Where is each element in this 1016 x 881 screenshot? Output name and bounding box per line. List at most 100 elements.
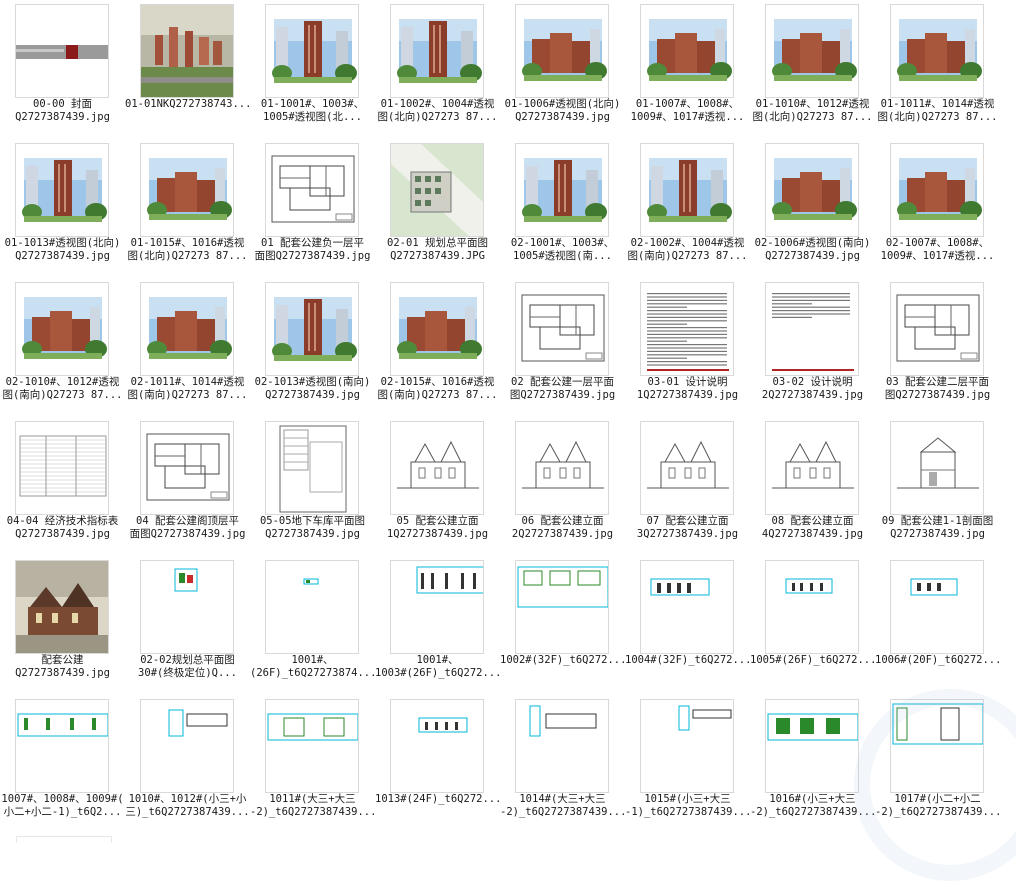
thumbnail-image[interactable] [390, 282, 484, 376]
file-thumbnail-item[interactable]: 01-1013#透视图(北向) Q2727387439.jpg [0, 139, 125, 278]
file-name-label[interactable]: 1001#、 (26F)_t6Q27273874... [250, 654, 375, 680]
file-name-label[interactable]: 配套公建 Q2727387439.jpg [0, 654, 125, 680]
thumbnail-image[interactable] [640, 282, 734, 376]
thumbnail-image[interactable] [515, 421, 609, 515]
file-thumbnail-item[interactable]: 04-04 经济技术指标表 Q2727387439.jpg [0, 417, 125, 556]
file-thumbnail-item[interactable]: 1004#(32F)_t6Q272... [625, 556, 750, 695]
file-name-label[interactable]: 01-1015#、1016#透视 图(北向)Q27273 87... [125, 237, 250, 263]
file-name-label[interactable]: 1014#(大三+大三 -2)_t6Q2727387439... [500, 793, 625, 819]
thumbnail-image[interactable] [890, 143, 984, 237]
thumbnail-image[interactable] [390, 699, 484, 793]
thumbnail-image[interactable] [390, 143, 484, 237]
file-name-label[interactable]: 02-1002#、1004#透视 图(南向)Q27273 87... [625, 237, 750, 263]
thumbnail-image[interactable] [890, 282, 984, 376]
thumbnail-image[interactable] [640, 560, 734, 654]
thumbnail-image[interactable] [15, 560, 109, 654]
thumbnail-image[interactable] [515, 699, 609, 793]
file-thumbnail-item[interactable]: 02-1011#、1014#透视 图(南向)Q27273 87... [125, 278, 250, 417]
file-name-label[interactable]: 02-1013#透视图(南向) Q2727387439.jpg [250, 376, 375, 402]
file-thumbnail-item[interactable]: 02-02规划总平面图 30#(终极定位)Q... [125, 556, 250, 695]
file-name-label[interactable]: 1006#(20F)_t6Q272... [875, 654, 1000, 667]
thumbnail-image[interactable] [265, 421, 359, 515]
file-thumbnail-item[interactable]: 09 配套公建1-1剖面图 Q2727387439.jpg [875, 417, 1000, 556]
file-thumbnail-item[interactable]: 01 配套公建负一层平 面图Q2727387439.jpg [250, 139, 375, 278]
thumbnail-image[interactable] [15, 143, 109, 237]
thumbnail-image[interactable] [640, 4, 734, 98]
file-name-label[interactable]: 03-01 设计说明 1Q2727387439.jpg [625, 376, 750, 402]
file-name-label[interactable]: 01-1011#、1014#透视 图(北向)Q27273 87... [875, 98, 1000, 124]
file-name-label[interactable]: 1007#、1008#、1009#(小二+小二-1)_t6Q2... [0, 793, 125, 819]
file-thumbnail-item[interactable]: 02 配套公建一层平面 图Q2727387439.jpg [500, 278, 625, 417]
file-name-label[interactable]: 01-1013#透视图(北向) Q2727387439.jpg [0, 237, 125, 263]
file-name-label[interactable]: 02-1011#、1014#透视 图(南向)Q27273 87... [125, 376, 250, 402]
file-name-label[interactable]: 02-1007#、1008#、 1009#、1017#透视... [875, 237, 1000, 263]
thumbnail-image[interactable] [765, 421, 859, 515]
file-name-label[interactable]: 1010#、1012#(小三+小 三)_t6Q2727387439... [125, 793, 250, 819]
file-name-label[interactable]: 1005#(26F)_t6Q272... [750, 654, 875, 667]
thumbnail-image[interactable] [265, 560, 359, 654]
file-thumbnail-item[interactable]: 02-1006#透视图(南向) Q2727387439.jpg [750, 139, 875, 278]
file-name-label[interactable]: 1004#(32F)_t6Q272... [625, 654, 750, 667]
file-thumbnail-item[interactable]: 1015#(小三+大三 -1)_t6Q2727387439... [625, 695, 750, 834]
file-name-label[interactable]: 08 配套公建立面 4Q2727387439.jpg [750, 515, 875, 541]
thumbnail-image[interactable] [765, 143, 859, 237]
thumbnail-image[interactable] [765, 282, 859, 376]
file-thumbnail-item[interactable]: 1011#(大三+大三 -2)_t6Q2727387439... [250, 695, 375, 834]
thumbnail-image[interactable] [265, 4, 359, 98]
thumbnail-image[interactable] [515, 560, 609, 654]
file-thumbnail-item[interactable]: 01-1007#、1008#、 1009#、1017#透视... [625, 0, 750, 139]
file-name-label[interactable]: 07 配套公建立面 3Q2727387439.jpg [625, 515, 750, 541]
thumbnail-image[interactable] [890, 4, 984, 98]
file-name-label[interactable]: 01-1001#、1003#、 1005#透视图(北... [250, 98, 375, 124]
thumbnail-image[interactable] [515, 143, 609, 237]
thumbnail-image[interactable] [140, 560, 234, 654]
thumbnail-image[interactable] [15, 282, 109, 376]
file-thumbnail-item[interactable]: 配套公建 Q2727387439.jpg [0, 556, 125, 695]
file-thumbnail-item[interactable]: 1001#、 1003#(26F)_t6Q272... [375, 556, 500, 695]
thumbnail-image[interactable] [765, 4, 859, 98]
file-name-label[interactable]: 01-01NKQ272738743... [125, 98, 250, 111]
file-thumbnail-item[interactable]: 02-1015#、1016#透视 图(南向)Q27273 87... [375, 278, 500, 417]
file-thumbnail-item[interactable]: 01-1010#、1012#透视 图(北向)Q27273 87... [750, 0, 875, 139]
file-thumbnail-item[interactable]: 02-1002#、1004#透视 图(南向)Q27273 87... [625, 139, 750, 278]
file-name-label[interactable]: 02-02规划总平面图 30#(终极定位)Q... [125, 654, 250, 680]
file-name-label[interactable]: 05-05地下车库平面图 Q2727387439.jpg [250, 515, 375, 541]
thumbnail-image[interactable] [765, 699, 859, 793]
file-name-label[interactable]: 01-1010#、1012#透视 图(北向)Q27273 87... [750, 98, 875, 124]
file-name-label[interactable]: 1011#(大三+大三 -2)_t6Q2727387439... [250, 793, 375, 819]
file-thumbnail-item[interactable]: 1002#(32F)_t6Q272... [500, 556, 625, 695]
file-thumbnail-item[interactable]: 03 配套公建二层平面 图Q2727387439.jpg [875, 278, 1000, 417]
file-name-label[interactable]: 09 配套公建1-1剖面图 Q2727387439.jpg [875, 515, 1000, 541]
file-name-label[interactable]: 01-1002#、1004#透视 图(北向)Q27273 87... [375, 98, 500, 124]
thumbnail-image[interactable] [515, 282, 609, 376]
file-name-label[interactable]: 01-1006#透视图(北向) Q2727387439.jpg [500, 98, 625, 124]
file-thumbnail-item[interactable]: 00-00 封面 Q2727387439.jpg [0, 0, 125, 139]
thumbnail-image[interactable] [140, 4, 234, 98]
thumbnail-image[interactable] [265, 143, 359, 237]
file-name-label[interactable]: 02-1015#、1016#透视 图(南向)Q27273 87... [375, 376, 500, 402]
thumbnail-image[interactable] [15, 699, 109, 793]
thumbnail-image[interactable] [140, 282, 234, 376]
file-thumbnail-item[interactable]: 05 配套公建立面 1Q2727387439.jpg [375, 417, 500, 556]
thumbnail-image[interactable] [640, 421, 734, 515]
file-name-label[interactable]: 03-02 设计说明 2Q2727387439.jpg [750, 376, 875, 402]
file-thumbnail-item[interactable]: 1006#(20F)_t6Q272... [875, 556, 1000, 695]
file-thumbnail-item[interactable]: 01-1001#、1003#、 1005#透视图(北... [250, 0, 375, 139]
thumbnail-image[interactable] [515, 4, 609, 98]
thumbnail-image[interactable] [140, 699, 234, 793]
file-name-label[interactable]: 04-04 经济技术指标表 Q2727387439.jpg [0, 515, 125, 541]
file-thumbnail-item[interactable]: 01-01NKQ272738743... [125, 0, 250, 139]
file-thumbnail-item[interactable]: 02-1001#、1003#、 1005#透视图(南... [500, 139, 625, 278]
thumbnail-image[interactable] [390, 560, 484, 654]
file-thumbnail-item[interactable]: 08 配套公建立面 4Q2727387439.jpg [750, 417, 875, 556]
file-name-label[interactable]: 1001#、 1003#(26F)_t6Q272... [375, 654, 500, 680]
file-thumbnail-item[interactable]: 01-1006#透视图(北向) Q2727387439.jpg [500, 0, 625, 139]
file-thumbnail-item[interactable]: 07 配套公建立面 3Q2727387439.jpg [625, 417, 750, 556]
file-name-label[interactable]: 04 配套公建阁顶层平 面图Q2727387439.jpg [125, 515, 250, 541]
thumbnail-image[interactable] [390, 4, 484, 98]
thumbnail-image[interactable] [265, 699, 359, 793]
file-thumbnail-item[interactable]: 03-02 设计说明 2Q2727387439.jpg [750, 278, 875, 417]
thumbnail-image[interactable] [15, 421, 109, 515]
file-name-label[interactable]: 1002#(32F)_t6Q272... [500, 654, 625, 667]
file-name-label[interactable]: 00-00 封面 Q2727387439.jpg [0, 98, 125, 124]
